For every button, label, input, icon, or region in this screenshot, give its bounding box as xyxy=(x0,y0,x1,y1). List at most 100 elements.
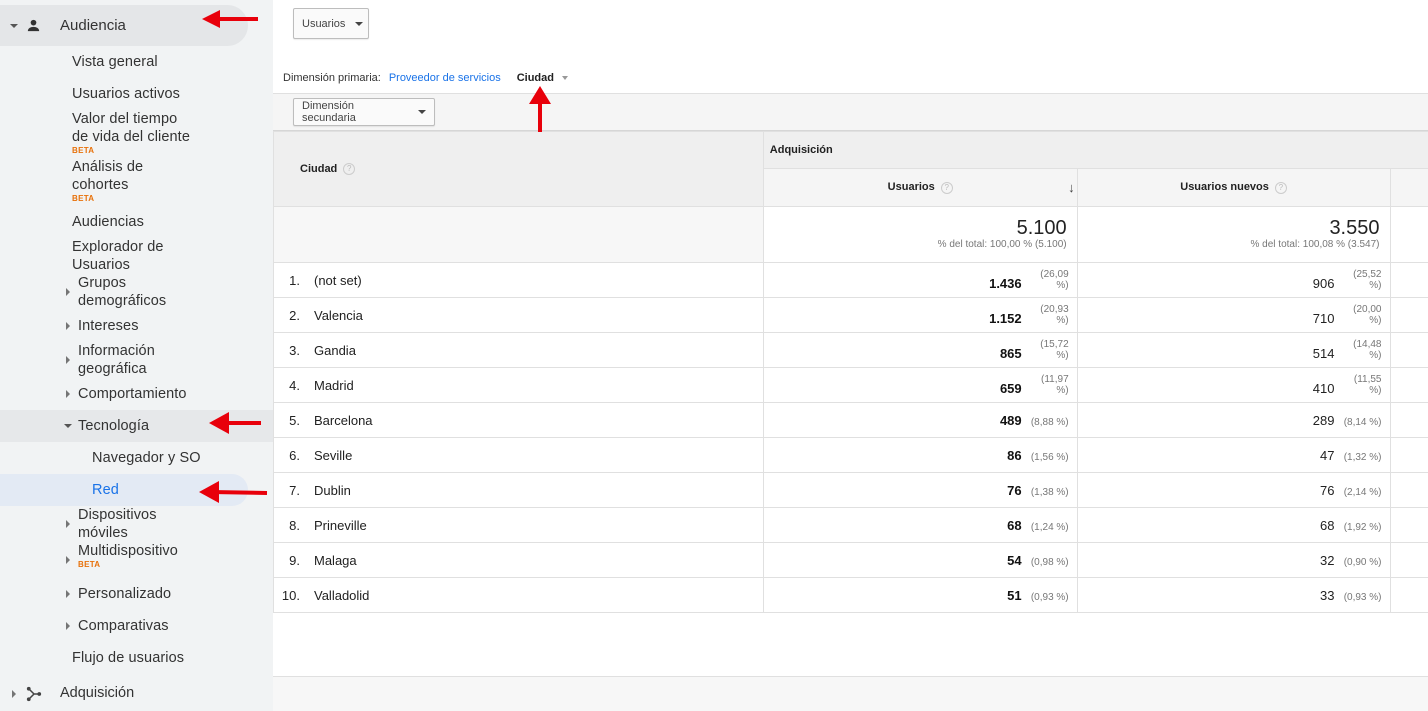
cell-ciudad[interactable]: 3. Gandia xyxy=(273,332,764,368)
sidebar-item-intereses[interactable]: Intereses xyxy=(78,317,139,335)
row-usuarios-value: 1.436 xyxy=(989,276,1022,291)
row-usuarios-value: 659 xyxy=(999,381,1022,396)
row-city: Dublin xyxy=(314,482,351,498)
column-header-label: Usuarios nuevos xyxy=(1180,181,1269,194)
cell-ciudad[interactable]: 7. Dublin xyxy=(273,472,764,508)
cell-next xyxy=(1389,542,1428,578)
sidebar-item-multidispositivo[interactable]: Multidispositivo BETA xyxy=(78,542,178,569)
column-header-usuarios-nuevos[interactable]: Usuarios nuevos? xyxy=(1076,168,1391,207)
sidebar-item-dispositivos-moviles[interactable]: Dispositivos móviles xyxy=(78,506,157,542)
table-row[interactable]: 5. Barcelona 489 (8,88 %) 289 (8,14 %) xyxy=(273,402,1428,438)
totals-label-cell xyxy=(273,206,764,263)
chevron-right-icon xyxy=(66,322,70,330)
column-header-label: Ciudad xyxy=(300,162,338,175)
row-usuarios-nuevos-value: 32 xyxy=(1320,552,1335,568)
sidebar-item-personalizado[interactable]: Personalizado xyxy=(78,585,171,603)
sidebar-item-label: cohortes xyxy=(72,177,129,193)
row-usuarios-pct: (26,09 %) xyxy=(1040,269,1069,291)
row-city: Prineville xyxy=(314,517,367,533)
sidebar-item-navegador[interactable]: Navegador y SO xyxy=(92,449,201,467)
secondary-dimension-label: Dimensión secundaria xyxy=(302,100,356,124)
row-city: Madrid xyxy=(314,377,354,393)
beta-badge: BETA xyxy=(72,194,95,203)
chevron-right-icon xyxy=(66,622,70,630)
column-header-ciudad[interactable]: Ciudad? xyxy=(273,131,764,207)
chevron-right-icon xyxy=(66,288,70,296)
cell-ciudad[interactable]: 1. (not set) xyxy=(273,262,764,298)
sidebar-item-grupos-demograficos[interactable]: Grupos demográficos xyxy=(78,274,166,310)
table-row[interactable]: 1. (not set) 1.436 (26,09 %) 906 (25,52 %) xyxy=(273,262,1428,298)
row-usuarios-value: 51 xyxy=(1007,587,1022,603)
row-usuarios-nuevos-value: 710 xyxy=(1312,311,1335,326)
row-usuarios-value: 76 xyxy=(1007,482,1022,498)
sidebar-item-usuarios-activos[interactable]: Usuarios activos xyxy=(72,85,180,103)
table-footer-bar xyxy=(273,676,1428,711)
column-header-usuarios[interactable]: Usuarios? ↓ xyxy=(762,168,1078,207)
cell-next xyxy=(1389,367,1428,403)
sidebar-item-comportamiento[interactable]: Comportamiento xyxy=(78,385,187,403)
table-row[interactable]: 3. Gandia 865 (15,72 %) 514 (14,48 %) xyxy=(273,332,1428,368)
sidebar-item-vista-general[interactable]: Vista general xyxy=(72,53,158,71)
sidebar-item-label: Dispositivos xyxy=(78,507,157,523)
sidebar-item-cohortes[interactable]: Análisis de cohortes BETA xyxy=(72,158,143,203)
chevron-down-icon xyxy=(10,24,18,28)
sidebar-item-comparativas[interactable]: Comparativas xyxy=(78,617,169,635)
annotation-arrow-up-icon xyxy=(529,86,551,132)
sidebar-item-red[interactable]: Red xyxy=(92,481,119,499)
cell-ciudad[interactable]: 9. Malaga xyxy=(273,542,764,578)
row-usuarios-nuevos-value: 289 xyxy=(1312,412,1335,428)
sidebar-item-tecnologia[interactable]: Tecnología xyxy=(78,417,149,435)
chevron-right-icon xyxy=(66,520,70,528)
cell-usuarios-nuevos: 47 (1,32 %) xyxy=(1076,437,1391,473)
sidebar-item-info-geografica[interactable]: Información geográfica xyxy=(78,342,155,378)
row-usuarios-value: 86 xyxy=(1007,447,1022,463)
chevron-right-icon xyxy=(66,590,70,598)
row-usuarios-pct: (0,98 %) xyxy=(1030,556,1069,568)
sidebar-item-flujo-usuarios[interactable]: Flujo de usuarios xyxy=(72,649,184,667)
column-group-label: Adquisición xyxy=(769,144,833,156)
cell-ciudad[interactable]: 5. Barcelona xyxy=(273,402,764,438)
totals-usuarios: 5.100 % del total: 100,00 % (5.100) xyxy=(762,206,1078,263)
beta-badge: BETA xyxy=(72,146,95,155)
chevron-right-icon xyxy=(66,390,70,398)
sidebar-item-label: geográfica xyxy=(78,361,147,377)
cell-ciudad[interactable]: 4. Madrid xyxy=(273,367,764,403)
row-usuarios-pct: (1,56 %) xyxy=(1030,451,1069,463)
sidebar-item-audiencias[interactable]: Audiencias xyxy=(72,213,144,231)
sidebar-item-valor-cliente[interactable]: Valor del tiempo de vida del cliente BET… xyxy=(72,110,190,155)
cell-next xyxy=(1389,437,1428,473)
cell-usuarios-nuevos: 289 (8,14 %) xyxy=(1076,402,1391,438)
table-row[interactable]: 8. Prineville 68 (1,24 %) 68 (1,92 %) xyxy=(273,507,1428,543)
cell-next xyxy=(1389,402,1428,438)
cell-ciudad[interactable]: 6. Seville xyxy=(273,437,764,473)
primary-dimension-ciudad[interactable]: Ciudad xyxy=(517,72,569,84)
help-icon[interactable]: ? xyxy=(940,181,953,194)
row-rank: 7. xyxy=(289,482,300,498)
help-icon[interactable]: ? xyxy=(1274,181,1287,194)
sidebar-item-explorador[interactable]: Explorador de Usuarios xyxy=(72,238,164,274)
cell-next xyxy=(1389,507,1428,543)
cell-ciudad[interactable]: 10. Valladolid xyxy=(273,577,764,613)
beta-badge: BETA xyxy=(78,560,101,569)
help-icon[interactable]: ? xyxy=(343,163,356,176)
table-row[interactable]: 7. Dublin 76 (1,38 %) 76 (2,14 %) xyxy=(273,472,1428,508)
cell-ciudad[interactable]: 2. Valencia xyxy=(273,297,764,333)
row-usuarios-nuevos-value: 410 xyxy=(1312,381,1335,396)
table-row[interactable]: 4. Madrid 659 (11,97 %) 410 (11,55 %) xyxy=(273,367,1428,403)
primary-dimension-link-proveedor[interactable]: Proveedor de servicios xyxy=(389,72,501,84)
cell-usuarios-nuevos: 906 (25,52 %) xyxy=(1076,262,1391,298)
cell-usuarios: 54 (0,98 %) xyxy=(762,542,1078,578)
table-row[interactable]: 10. Valladolid 51 (0,93 %) 33 (0,93 %) xyxy=(273,577,1428,613)
row-usuarios-nuevos-value: 76 xyxy=(1320,482,1335,498)
secondary-dimension-select[interactable]: Dimensión secundaria xyxy=(293,98,435,126)
table-row[interactable]: 9. Malaga 54 (0,98 %) 32 (0,90 %) xyxy=(273,542,1428,578)
row-usuarios-nuevos-value: 33 xyxy=(1320,587,1335,603)
row-usuarios-nuevos-pct: (14,48 %) xyxy=(1353,339,1382,361)
metric-select[interactable]: Usuarios xyxy=(293,8,369,39)
table-row[interactable]: 2. Valencia 1.152 (20,93 %) 710 (20,00 %) xyxy=(273,297,1428,333)
primary-dimension-label: Dimensión primaria: xyxy=(283,72,381,84)
cell-ciudad[interactable]: 8. Prineville xyxy=(273,507,764,543)
cell-next xyxy=(1389,577,1428,613)
table-row[interactable]: 6. Seville 86 (1,56 %) 47 (1,32 %) xyxy=(273,437,1428,473)
row-usuarios-nuevos-pct: (0,90 %) xyxy=(1343,556,1382,568)
